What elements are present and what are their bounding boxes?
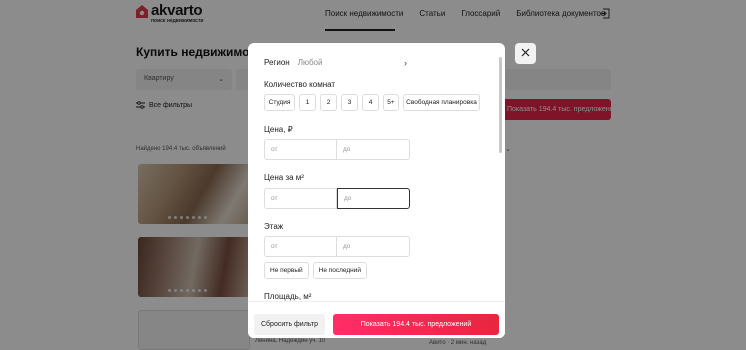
rooms-option-3[interactable]: 3 — [341, 94, 358, 111]
rooms-option-4[interactable]: 4 — [362, 94, 379, 111]
rooms-option-studio[interactable]: Студия — [264, 94, 295, 111]
close-icon — [521, 48, 530, 59]
price-to-input[interactable]: до — [337, 139, 410, 160]
rooms-option-5plus[interactable]: 5+ — [383, 94, 399, 111]
modal-footer: Сбросить фильтр Показать 194.4 тыс. пред… — [248, 301, 505, 338]
filters-scroll-area: Регион Любой › Количество комнат Студия … — [248, 43, 505, 301]
chevron-right-icon[interactable]: › — [404, 58, 407, 68]
scrollbar[interactable] — [499, 57, 502, 153]
reset-filter-button[interactable]: Сбросить фильтр — [254, 314, 325, 335]
price-per-m2-to-input[interactable]: до — [337, 188, 410, 209]
rooms-title: Количество комнат — [264, 80, 336, 89]
rooms-option-free-layout[interactable]: Свободная планировка — [403, 94, 480, 111]
floor-options: Не первый Не последний — [264, 262, 371, 279]
region-label: Регион — [264, 57, 290, 67]
price-per-m2-title: Цена за м² — [264, 173, 304, 182]
price-from-input[interactable]: от — [264, 139, 337, 160]
rooms-options: Студия 1 2 3 4 5+ Свободная планировка — [264, 94, 484, 111]
floor-from-input[interactable]: от — [264, 236, 337, 257]
floor-option-not-first[interactable]: Не первый — [264, 262, 309, 279]
price-per-m2-from-input[interactable]: от — [264, 188, 337, 209]
floor-title: Этаж — [264, 222, 284, 231]
region-value: Любой — [297, 57, 323, 67]
rooms-option-1[interactable]: 1 — [299, 94, 316, 111]
rooms-option-2[interactable]: 2 — [320, 94, 337, 111]
price-title: Цена, ₽ — [264, 125, 293, 134]
filters-modal: Регион Любой › Количество комнат Студия … — [248, 43, 505, 338]
floor-option-not-last[interactable]: Не последний — [312, 262, 368, 279]
price-per-m2-range: от до — [264, 188, 410, 209]
floor-range: от до — [264, 236, 410, 257]
close-modal-button[interactable] — [515, 43, 536, 64]
show-offers-button[interactable]: Показать 194.4 тыс. предложений — [333, 314, 499, 335]
price-range: от до — [264, 139, 410, 160]
floor-to-input[interactable]: до — [337, 236, 410, 257]
area-title: Площадь, м² — [264, 292, 312, 301]
region-selector[interactable]: Регион Любой — [264, 57, 410, 67]
